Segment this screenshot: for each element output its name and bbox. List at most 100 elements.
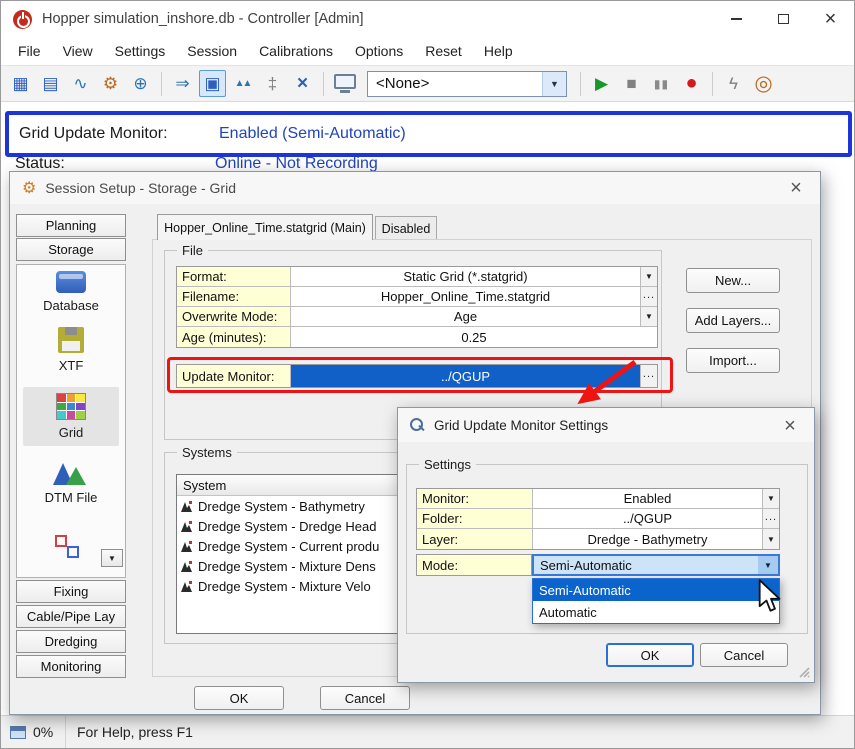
add-layers-button[interactable]: Add Layers... — [686, 308, 780, 333]
menu-reset[interactable]: Reset — [414, 39, 473, 63]
settings-cancel-button[interactable]: Cancel — [700, 643, 788, 667]
settings-dialog-titlebar[interactable]: Grid Update Monitor Settings × — [398, 408, 814, 442]
option-semi-automatic[interactable]: Semi-Automatic — [533, 579, 779, 601]
sidebar-item-xtf[interactable]: XTF — [17, 327, 125, 373]
globe-icon[interactable]: ⊕ — [127, 70, 154, 97]
option-automatic[interactable]: Automatic — [533, 601, 779, 623]
red-square-icon — [55, 535, 67, 547]
save-icon[interactable]: ▤ — [37, 70, 64, 97]
statusbar: 0% For Help, press F1 — [1, 715, 854, 749]
systems-group-title: Systems — [177, 445, 237, 460]
menu-session[interactable]: Session — [176, 39, 248, 63]
age-row: Age (minutes): 0.25 — [177, 327, 657, 347]
peaks-icon[interactable]: ▲▲ — [229, 70, 256, 97]
statusbar-window-icon — [10, 726, 26, 739]
age-field[interactable]: 0.25 — [291, 327, 657, 347]
session-dialog-titlebar[interactable]: ⚙ Session Setup - Storage - Grid × — [10, 172, 820, 204]
display-icon[interactable] — [331, 70, 358, 97]
sidebar-item-dtm-file[interactable]: DTM File — [17, 461, 125, 505]
menu-help[interactable]: Help — [473, 39, 524, 63]
sidebar-item-fixing[interactable]: Fixing — [16, 580, 126, 603]
stop-button[interactable]: ■ — [618, 70, 645, 97]
minimize-button[interactable] — [713, 1, 760, 37]
session-cancel-button[interactable]: Cancel — [320, 686, 410, 710]
layer-field[interactable]: Dredge - Bathymetry — [533, 529, 762, 549]
filename-browse-button[interactable]: ... — [640, 287, 657, 306]
sidebar-item-grid[interactable]: Grid — [23, 387, 119, 446]
format-field[interactable]: Static Grid (*.statgrid) — [291, 267, 640, 286]
gears-icon[interactable]: ⚙ — [97, 70, 124, 97]
close-icon: × — [825, 9, 837, 29]
sidebar-item-monitoring[interactable]: Monitoring — [16, 655, 126, 678]
ruler-icon[interactable]: ‡ — [259, 70, 286, 97]
menu-options[interactable]: Options — [344, 39, 414, 63]
tab-statgrid-main[interactable]: Hopper_Online_Time.statgrid (Main) — [157, 214, 373, 240]
window-controls: × — [713, 1, 854, 37]
statusbar-help-text: For Help, press F1 — [77, 724, 193, 740]
sidebar-more-dropdown[interactable]: ▼ — [101, 549, 123, 567]
app-window: Hopper simulation_inshore.db - Controlle… — [0, 0, 855, 749]
menu-view[interactable]: View — [52, 39, 104, 63]
sidebar-item-dredging[interactable]: Dredging — [16, 630, 126, 653]
preset-value: <None> — [368, 75, 542, 92]
toolbar-separator — [580, 72, 581, 96]
chevron-down-icon[interactable]: ▼ — [758, 556, 778, 574]
export-icon[interactable]: ⇒ — [169, 70, 196, 97]
spline-icon[interactable]: ∿ — [67, 70, 94, 97]
help-ring-icon[interactable]: ◎ — [750, 70, 777, 97]
sidebar-item-storage[interactable]: Storage — [16, 238, 126, 261]
format-row: Format: Static Grid (*.statgrid) ▼ — [177, 267, 657, 287]
layer-dropdown-icon[interactable]: ▼ — [762, 529, 779, 549]
tab-disabled[interactable]: Disabled — [375, 216, 437, 240]
grid-icon — [56, 393, 86, 420]
update-monitor-row: Update Monitor: ../QGUP ... — [177, 365, 657, 387]
menubar: File View Settings Session Calibrations … — [1, 37, 854, 65]
folder-field[interactable]: ../QGUP — [533, 509, 762, 528]
session-setup-icon: ⚙ — [22, 178, 36, 198]
import-button[interactable]: Import... — [686, 348, 780, 373]
overwrite-mode-field[interactable]: Age — [291, 307, 640, 326]
grid-tool-icon[interactable]: ▣ — [199, 70, 226, 97]
mode-dropdown-list: Semi-Automatic Automatic — [532, 578, 780, 624]
menu-file[interactable]: File — [7, 39, 52, 63]
record-button[interactable]: ● — [678, 70, 705, 97]
settings-dialog-close-icon[interactable]: × — [778, 414, 802, 438]
menu-calibrations[interactable]: Calibrations — [248, 39, 344, 63]
titlebar[interactable]: Hopper simulation_inshore.db - Controlle… — [1, 1, 854, 37]
banner-label: Grid Update Monitor: — [19, 125, 168, 143]
new-button[interactable]: New... — [686, 268, 780, 293]
network-icon[interactable]: × — [289, 70, 316, 97]
mode-combobox[interactable]: Semi-Automatic ▼ — [532, 554, 780, 576]
database-icon — [56, 271, 86, 293]
update-monitor-browse-button[interactable]: ... — [640, 365, 657, 387]
menu-settings[interactable]: Settings — [104, 39, 177, 63]
sidebar-item-cable-pipe-lay[interactable]: Cable/Pipe Lay — [16, 605, 126, 628]
session-ok-button[interactable]: OK — [194, 686, 284, 710]
filename-field[interactable]: Hopper_Online_Time.statgrid — [291, 287, 640, 306]
device-icon — [180, 560, 193, 573]
format-dropdown-icon[interactable]: ▼ — [640, 267, 657, 286]
settings-ok-button[interactable]: OK — [606, 643, 694, 667]
chevron-down-icon[interactable]: ▼ — [542, 72, 566, 96]
session-dialog-close-icon[interactable]: × — [784, 176, 808, 200]
overwrite-dropdown-icon[interactable]: ▼ — [640, 307, 657, 326]
sidebar-item-partial[interactable] — [55, 535, 87, 563]
maximize-button[interactable] — [760, 1, 807, 37]
sidebar-item-database[interactable]: Database — [17, 271, 125, 313]
resize-grip[interactable] — [798, 666, 811, 679]
settings-table: Monitor: Enabled ▼ Folder: ../QGUP ... L… — [416, 488, 780, 550]
monitor-field[interactable]: Enabled — [533, 489, 762, 508]
blue-square-icon — [67, 546, 79, 558]
preset-dropdown[interactable]: <None> ▼ — [367, 71, 567, 97]
close-button[interactable]: × — [807, 1, 854, 37]
update-monitor-field[interactable]: ../QGUP — [291, 365, 640, 387]
monitor-dropdown-icon[interactable]: ▼ — [762, 489, 779, 508]
folder-row: Folder: ../QGUP ... — [417, 509, 779, 529]
sidebar-item-planning[interactable]: Planning — [16, 214, 126, 237]
play-button[interactable]: ▶ — [588, 70, 615, 97]
folder-browse-button[interactable]: ... — [762, 509, 779, 528]
disconnect-icon[interactable]: ϟ — [720, 70, 747, 97]
pause-button[interactable]: ▮▮ — [648, 70, 675, 97]
matrix-icon[interactable]: ▦ — [7, 70, 34, 97]
monitor-icon — [334, 74, 356, 89]
